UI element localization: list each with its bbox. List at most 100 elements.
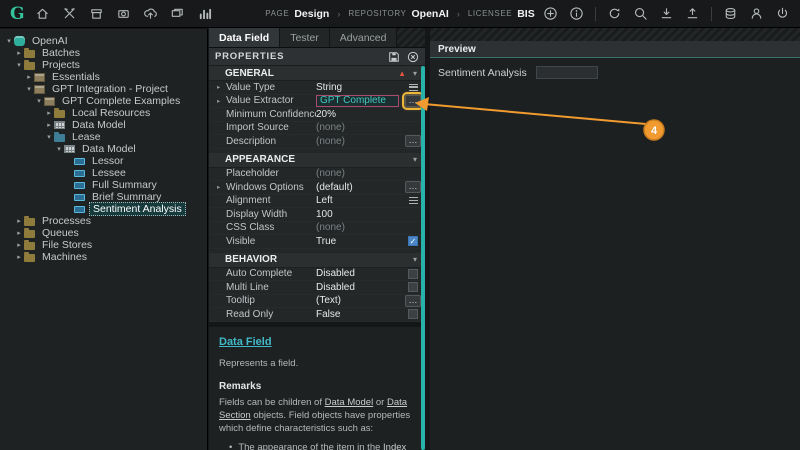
refresh-icon[interactable] — [607, 6, 622, 21]
expander-icon[interactable]: ▸ — [44, 121, 54, 129]
expander-icon[interactable]: ▾ — [54, 145, 64, 153]
cloud-upload-icon[interactable] — [143, 6, 158, 21]
tree-item-lessee[interactable]: Lessee — [0, 167, 207, 179]
scanner-icon[interactable] — [116, 6, 131, 21]
expander-icon[interactable]: ▸ — [14, 217, 24, 225]
vertical-scrollbar[interactable] — [421, 66, 425, 450]
section-header-general[interactable]: GENERAL ▲ ▾ — [209, 66, 425, 81]
expander-icon[interactable]: ▸ — [14, 229, 24, 237]
property-value[interactable]: (none) — [316, 122, 401, 133]
folders-icon[interactable] — [170, 6, 185, 21]
ellipsis-button[interactable]: … — [405, 181, 421, 193]
tree-item-processes[interactable]: ▸Processes — [0, 215, 207, 227]
add-icon[interactable] — [543, 6, 558, 21]
tree-item-lease[interactable]: ▾Lease — [0, 131, 207, 143]
user-icon[interactable] — [749, 6, 764, 21]
checkbox-unchecked-icon[interactable] — [408, 309, 418, 319]
property-value[interactable]: 100 — [316, 209, 401, 220]
checkbox-unchecked-icon[interactable] — [408, 282, 418, 292]
download-icon[interactable] — [659, 6, 674, 21]
info-icon[interactable] — [569, 6, 584, 21]
property-row-value-extractor[interactable]: ▸ Value Extractor GPT Complete … — [209, 95, 425, 109]
property-value[interactable]: (none) — [316, 168, 401, 179]
search-icon[interactable] — [633, 6, 648, 21]
expander-icon[interactable]: ▾ — [14, 61, 24, 69]
page-value[interactable]: Design — [294, 8, 329, 20]
property-row-multi-line[interactable]: Multi Line Disabled — [209, 281, 425, 295]
ellipsis-button[interactable]: … — [405, 135, 421, 147]
collapse-chevron-icon[interactable]: ▾ — [413, 69, 417, 78]
help-title-link[interactable]: Data Field — [219, 335, 415, 350]
expander-icon[interactable]: ▸ — [14, 241, 24, 249]
data-model-link[interactable]: Data Model — [325, 397, 374, 408]
expander-icon[interactable]: ▸ — [44, 109, 54, 117]
tree-item-full-summary[interactable]: Full Summary — [0, 179, 207, 191]
row-expand-icon[interactable]: ▸ — [217, 183, 226, 191]
stats-icon[interactable] — [197, 6, 212, 21]
home-icon[interactable] — [35, 6, 50, 21]
tree-item-gpt-complete-examples[interactable]: ▾GPT Complete Examples — [0, 95, 207, 107]
property-value[interactable]: String — [316, 82, 401, 93]
property-value[interactable]: False — [316, 309, 401, 320]
dropdown-menu-icon[interactable] — [409, 84, 418, 91]
batches-icon[interactable] — [89, 6, 104, 21]
property-value[interactable]: Disabled — [316, 268, 401, 279]
property-value[interactable]: (default) — [316, 182, 401, 193]
value-extractor-value[interactable]: GPT Complete — [316, 95, 399, 107]
checkbox-unchecked-icon[interactable] — [408, 269, 418, 279]
repository-icon[interactable] — [723, 6, 738, 21]
expander-icon[interactable]: ▸ — [14, 253, 24, 261]
grooper-logo[interactable]: G — [10, 4, 25, 24]
tools-icon[interactable] — [62, 6, 77, 21]
tree-item-local-resources[interactable]: ▸Local Resources — [0, 107, 207, 119]
ellipsis-button[interactable]: … — [405, 295, 421, 307]
row-expand-icon[interactable]: ▸ — [217, 97, 226, 105]
dropdown-menu-icon[interactable] — [409, 197, 418, 204]
tree-item-projects[interactable]: ▾Projects — [0, 59, 207, 71]
tab-data-field[interactable]: Data Field — [209, 28, 280, 47]
property-row-description[interactable]: Description (none) … — [209, 135, 425, 149]
property-value[interactable]: Left — [316, 195, 401, 206]
upload-icon[interactable] — [685, 6, 700, 21]
save-icon[interactable] — [388, 51, 400, 63]
licensee-value[interactable]: BIS — [517, 8, 535, 20]
property-row-css-class[interactable]: CSS Class (none) — [209, 222, 425, 236]
tree-item-lessor[interactable]: Lessor — [0, 155, 207, 167]
close-icon[interactable] — [407, 51, 419, 63]
expander-icon[interactable]: ▾ — [34, 97, 44, 105]
tree-item-data-model-2[interactable]: ▾Data Model — [0, 143, 207, 155]
tree-item-queues[interactable]: ▸Queues — [0, 227, 207, 239]
expander-icon[interactable]: ▸ — [24, 73, 34, 81]
property-value[interactable]: (none) — [316, 222, 401, 233]
tab-tester[interactable]: Tester — [280, 28, 330, 47]
tree-item-sentiment-analysis[interactable]: Sentiment Analysis — [0, 203, 207, 215]
expander-icon[interactable]: ▾ — [24, 85, 34, 93]
repository-value[interactable]: OpenAI — [412, 8, 449, 20]
property-value[interactable]: True — [316, 236, 401, 247]
expander-icon[interactable]: ▾ — [4, 37, 14, 45]
property-value[interactable]: 20% — [316, 109, 401, 120]
collapse-chevron-icon[interactable]: ▾ — [413, 255, 417, 264]
property-row-placeholder[interactable]: Placeholder (none) — [209, 168, 425, 182]
checkbox-checked-icon[interactable]: ✓ — [408, 236, 418, 246]
ellipsis-button[interactable]: … — [405, 95, 421, 107]
property-row-visible[interactable]: Visible True ✓ — [209, 235, 425, 249]
tab-advanced[interactable]: Advanced — [330, 28, 398, 47]
property-row-alignment[interactable]: Alignment Left — [209, 195, 425, 209]
expander-icon[interactable]: ▸ — [14, 49, 24, 57]
row-expand-icon[interactable]: ▸ — [217, 83, 226, 91]
power-icon[interactable] — [775, 6, 790, 21]
tree-item-file-stores[interactable]: ▸File Stores — [0, 239, 207, 251]
property-row-windows-options[interactable]: ▸ Windows Options (default) … — [209, 181, 425, 195]
property-value[interactable]: (none) — [316, 136, 401, 147]
tree-item-machines[interactable]: ▸Machines — [0, 251, 207, 263]
property-row-display-width[interactable]: Display Width 100 — [209, 208, 425, 222]
property-row-read-only[interactable]: Read Only False — [209, 308, 425, 322]
property-row-value-type[interactable]: ▸ Value Type String — [209, 81, 425, 95]
expander-icon[interactable]: ▾ — [44, 133, 54, 141]
property-row-auto-complete[interactable]: Auto Complete Disabled — [209, 268, 425, 282]
tree-item-gpt-integration-project[interactable]: ▾GPT Integration - Project — [0, 83, 207, 95]
section-header-behavior[interactable]: BEHAVIOR ▾ — [209, 253, 425, 268]
section-header-appearance[interactable]: APPEARANCE ▾ — [209, 153, 425, 168]
tree-item-essentials[interactable]: ▸Essentials — [0, 71, 207, 83]
